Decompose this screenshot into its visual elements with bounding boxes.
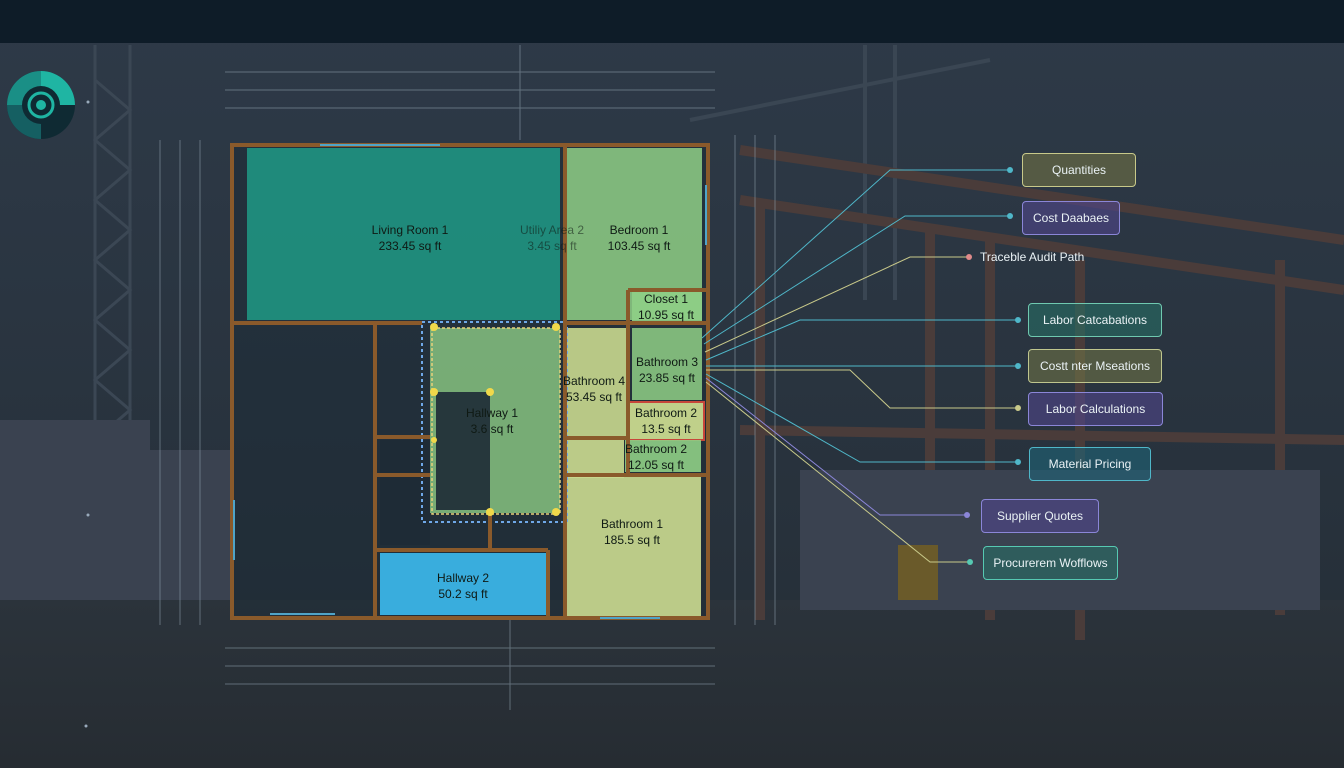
room-area: 185.5 sq ft (603, 533, 661, 547)
room-name: Bathroom 2 (624, 442, 688, 456)
room-name: Bedroom 1 (609, 223, 669, 237)
room-name: Bathroom 4 (562, 374, 626, 388)
callout-quantities[interactable]: Quantities (1022, 153, 1136, 187)
room-name: Bathroom 3 (635, 355, 699, 369)
room-name: Living Room 1 (371, 223, 449, 237)
callout-procurement-workflows[interactable]: Procurerem Wofflows (983, 546, 1118, 580)
callout-labor-calculations-1[interactable]: Labor Catcabations (1028, 303, 1162, 337)
room-area: 3.6 sq ft (470, 422, 514, 436)
label-living-room-1: Living Room 1 233.45 sq ft (350, 222, 470, 254)
callout-label: Costt nter Mseations (1039, 359, 1151, 373)
room-area: 53.45 sq ft (565, 390, 623, 404)
room-area: 12.05 sq ft (627, 458, 685, 472)
label-hallway-1: Hallway 1 3.6 sq ft (452, 405, 532, 437)
callout-label: Labor Catcabations (1042, 313, 1148, 327)
room-name: Bathroom 1 (600, 517, 664, 531)
room-area: 103.45 sq ft (607, 239, 671, 253)
label-closet-1: Closet 1 10.95 sq ft (628, 291, 704, 323)
room-name: Hallway 2 (436, 571, 490, 585)
room-area: 3.45 sq ft (527, 239, 577, 253)
callout-supplier-quotes[interactable]: Supplier Quotes (981, 499, 1099, 533)
callout-label: Cost Daabaes (1032, 211, 1110, 225)
label-bathroom-1: Bathroom 1 185.5 sq ft (592, 516, 672, 548)
callout-cost-databases[interactable]: Cost Daabaes (1022, 201, 1120, 235)
label-bathroom-3: Bathroom 3 23.85 sq ft (628, 354, 706, 386)
callout-label: Labor Calculations (1045, 402, 1146, 416)
callout-material-pricing[interactable]: Material Pricing (1029, 447, 1151, 481)
room-name: Bathroom 2 (634, 406, 698, 420)
callout-labor-calculations-2[interactable]: Labor Calculations (1028, 392, 1163, 426)
label-bathroom-2-upper: Bathroom 2 13.5 sq ft (628, 405, 704, 437)
room-name: Hallway 1 (465, 406, 519, 420)
callout-label: Quantities (1051, 163, 1107, 177)
room-name: Closet 1 (643, 292, 689, 306)
label-bathroom-2-lower: Bathroom 2 12.05 sq ft (618, 441, 694, 473)
callout-label: Supplier Quotes (996, 509, 1084, 523)
room-area: 50.2 sq ft (438, 587, 488, 601)
label-hallway-2: Hallway 2 50.2 sq ft (422, 570, 504, 602)
room-name: Utiliy Area 2 (519, 223, 585, 237)
room-area: 13.5 sq ft (641, 422, 691, 436)
connector-lines (701, 169, 1018, 563)
callout-label: Material Pricing (1048, 457, 1132, 471)
callout-cost-measurements[interactable]: Costt nter Mseations (1028, 349, 1162, 383)
room-area: 10.95 sq ft (637, 308, 695, 322)
callout-label: Procurerem Wofflows (993, 556, 1108, 570)
room-area: 233.45 sq ft (378, 239, 442, 253)
label-bedroom-1: Bedroom 1 103.45 sq ft (594, 222, 684, 254)
callout-audit-path[interactable]: Traceble Audit Path (980, 248, 1084, 266)
label-utility-area-2: Utiliy Area 2 3.45 sq ft (512, 222, 592, 254)
label-bathroom-4: Bathroom 4 53.45 sq ft (556, 373, 632, 405)
callout-label: Traceble Audit Path (980, 250, 1085, 264)
room-area: 23.85 sq ft (638, 371, 696, 385)
